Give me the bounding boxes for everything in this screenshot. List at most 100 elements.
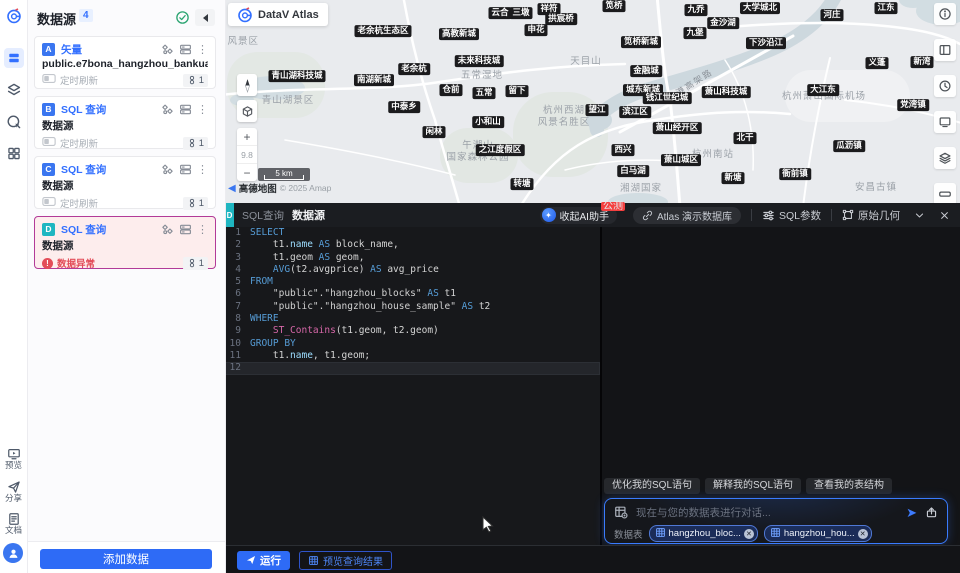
rail-tool-layers-icon[interactable] <box>6 82 22 98</box>
line-number: 12 <box>229 362 241 374</box>
left-icon-rail: 预览 分享 文档 <box>0 0 28 573</box>
panel-columns-icon[interactable] <box>934 39 956 61</box>
timed-refresh-toggle[interactable] <box>42 73 56 87</box>
send-icon[interactable]: ➤ <box>906 506 917 519</box>
map-block-label: 中泰乡 <box>388 101 420 113</box>
remove-table-icon[interactable]: ✕ <box>857 528 868 539</box>
timed-refresh-label: 定时刷新 <box>60 139 99 150</box>
collapse-panel-chevron-icon[interactable] <box>914 210 925 221</box>
code-line-11[interactable]: 11 t1. name, t1.geom; <box>225 350 600 362</box>
history-icon[interactable] <box>934 75 956 97</box>
blend-node-icon[interactable] <box>161 103 174 116</box>
field-mapping-icon[interactable] <box>179 43 192 56</box>
table-pills: hangzhou_bloc... ✕ hangzhou_hou... ✕ <box>648 525 872 543</box>
code-line-1[interactable]: 1 SELECT <box>225 227 600 239</box>
table-pill[interactable]: hangzhou_bloc... ✕ <box>648 525 758 543</box>
code-line-4[interactable]: 4 AVG (t2.avgprice) AS avg_price <box>225 264 600 276</box>
more-menu-icon[interactable]: ⋮ <box>197 43 208 56</box>
code-line-3[interactable]: 3 t1.geom AS geom, <box>225 252 600 264</box>
collapse-ai-assistant-button[interactable]: ✦ 收起AI助手 公测 <box>539 201 625 224</box>
ai-quick-prompts: 优化我的SQL语句 解释我的SQL语句 查看我的表结构 <box>604 478 893 494</box>
map-block-label: 九乔 <box>684 4 708 16</box>
code-line-12[interactable]: 12 <box>225 362 600 375</box>
beta-badge: 公测 <box>600 200 625 212</box>
map-right-toolbar <box>934 3 956 203</box>
stack-layers-icon[interactable] <box>934 147 956 169</box>
close-panel-icon[interactable] <box>939 210 950 221</box>
timed-refresh-toggle[interactable] <box>42 136 56 150</box>
ai-quick-prompt-chip[interactable]: 优化我的SQL语句 <box>604 478 701 494</box>
amap-copyright: © 2025 Amap <box>279 183 332 193</box>
map-block-label: 瓜沥镇 <box>833 140 865 152</box>
datasource-card-A[interactable]: A 矢量 ⋮ public.e7bona_hangzhou_bankuai 定时刷新 1 <box>34 36 216 89</box>
table-settings-icon[interactable] <box>614 505 628 519</box>
line-number: 11 <box>229 349 241 361</box>
code-line-2[interactable]: 2 t1. name AS block_name, <box>225 239 600 251</box>
rail-tool-datasource-icon[interactable] <box>3 48 24 68</box>
code-line-6[interactable]: 6 "public"."hangzhou_blocks" AS t1 <box>225 288 600 300</box>
rail-tool-apps-grid-icon[interactable] <box>6 146 21 161</box>
code-line-5[interactable]: 5 FROM <box>225 276 600 288</box>
map-block-label: 三墩 <box>509 7 533 19</box>
display-icon[interactable] <box>934 111 956 133</box>
database-selector-button[interactable]: Atlas 演示数据库 <box>632 206 741 224</box>
map-block-label: 金融城 <box>630 65 662 77</box>
avatar[interactable] <box>3 543 23 563</box>
code-token: (t1.geom, t2.geom) <box>335 325 439 337</box>
field-mapping-icon[interactable] <box>179 163 192 176</box>
run-button[interactable]: 运行 <box>237 550 290 570</box>
code-token: geom, <box>330 251 365 263</box>
map-canvas[interactable]: 云合 三墩 祥符 拱宸桥 申花 老余杭生态区 高教新城 未来科技城 老余杭 青山湖科技城 南湖新城仓… <box>225 0 960 203</box>
datasource-card-D[interactable]: D SQL 查询 ⋮ 数据源! 数据异常 1 <box>34 216 216 270</box>
remove-table-icon[interactable]: ✕ <box>743 528 754 539</box>
preview-results-button[interactable]: 预览查询结果 <box>299 550 392 570</box>
blend-node-icon[interactable] <box>161 223 174 236</box>
header-separator <box>831 209 832 221</box>
ai-quick-prompt-chip[interactable]: 查看我的表结构 <box>806 478 893 494</box>
field-mapping-icon[interactable] <box>179 223 192 236</box>
export-icon[interactable] <box>925 506 938 519</box>
collapse-panel-button[interactable] <box>195 9 215 26</box>
table-icon <box>655 525 666 543</box>
datasource-panel: 数据源 4 A 矢量 ⋮ public.e7bona_hangzhou_bankuai… <box>27 0 226 573</box>
field-mapping-icon[interactable] <box>179 103 192 116</box>
timed-refresh-label: 定时刷新 <box>60 199 99 210</box>
code-line-7[interactable]: 7 "public"."hangzhou_house_sample" AS t2 <box>225 301 600 313</box>
ai-quick-prompt-chip[interactable]: 解释我的SQL语句 <box>705 478 802 494</box>
timed-refresh-toggle[interactable] <box>42 196 56 210</box>
map-area-label: 湘湖国家 <box>619 183 663 195</box>
zoom-out-button[interactable]: − <box>237 164 257 181</box>
zoom-in-button[interactable]: + <box>237 128 257 146</box>
rail-tool-geo-search-icon[interactable] <box>6 114 22 130</box>
sql-code-editor[interactable]: 1 SELECT 2 t1. name AS block_name, 3 t1.geom… <box>225 227 600 545</box>
code-line-8[interactable]: 8 WHERE <box>225 313 600 325</box>
more-menu-icon[interactable]: ⋮ <box>197 103 208 116</box>
map-block-label: 小和山 <box>472 116 504 128</box>
code-line-10[interactable]: 10 GROUP BY <box>225 338 600 350</box>
more-menu-icon[interactable]: ⋮ <box>197 163 208 176</box>
table-pill[interactable]: hangzhou_hou... ✕ <box>763 525 872 542</box>
compass-button[interactable] <box>237 74 257 96</box>
add-data-button[interactable]: 添加数据 <box>40 549 212 569</box>
map-block-label: 转塘 <box>510 178 534 190</box>
map-block-label: 九堡 <box>683 27 707 39</box>
ai-chat-inputbox[interactable]: 现在与您的数据表进行对话... ➤ 数据表 hangzhou_bloc... ✕ h… <box>604 498 948 544</box>
datasource-card-C[interactable]: C SQL 查询 ⋮ 数据源 定时刷新 1 <box>34 156 216 210</box>
amap-brand: 高德地图 <box>238 184 277 195</box>
ai-assistant-icon: ✦ <box>541 208 556 222</box>
code-line-9[interactable]: 9 ST_Contains (t1.geom, t2.geom) <box>225 325 600 337</box>
app-logo[interactable] <box>6 8 22 24</box>
datasource-card-B[interactable]: B SQL 查询 ⋮ 数据源 定时刷新 1 <box>34 96 216 150</box>
sql-tab-d[interactable]: D <box>225 203 234 227</box>
blend-node-icon[interactable] <box>161 163 174 176</box>
raw-geometry-button[interactable]: 原始几何 <box>842 208 900 223</box>
tilt-3d-button[interactable] <box>237 100 257 122</box>
blend-node-icon[interactable] <box>161 43 174 56</box>
sql-params-button[interactable]: SQL参数 <box>762 208 821 223</box>
chat-placeholder[interactable]: 现在与您的数据表进行对话... <box>636 505 898 520</box>
more-menu-icon[interactable]: ⋮ <box>197 223 208 236</box>
mini-pill-icon[interactable] <box>934 183 956 203</box>
map-block-label: 大江东 <box>807 84 839 96</box>
info-icon[interactable] <box>934 3 956 25</box>
